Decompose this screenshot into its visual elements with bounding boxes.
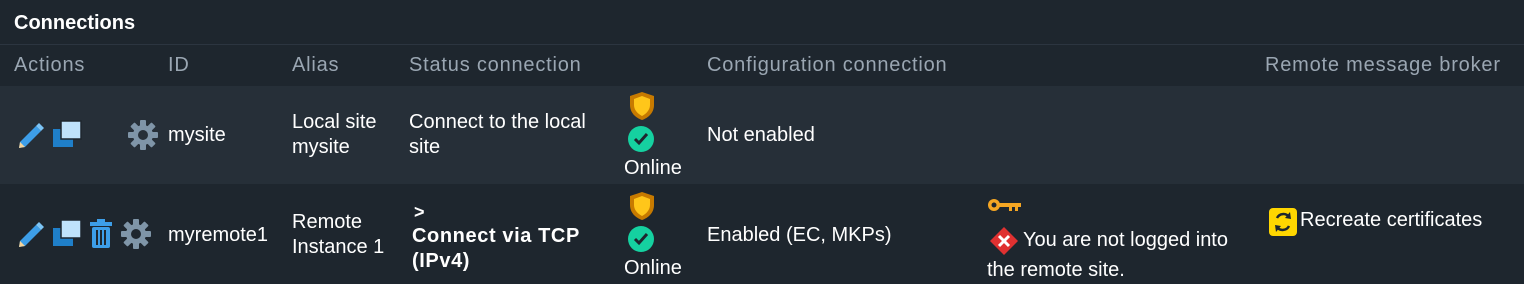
site-id[interactable]: myremote1 [168, 223, 268, 248]
column-header-alias[interactable]: Alias [292, 54, 339, 77]
status-connection-line2: site [409, 136, 441, 158]
shield-icon [630, 192, 654, 220]
expand-chevron[interactable]: > [414, 200, 425, 225]
clone-icon[interactable] [51, 119, 83, 149]
key-icon[interactable] [987, 197, 1023, 213]
edit-icon[interactable] [16, 219, 46, 249]
check-icon [628, 226, 654, 252]
page-title: Connections [14, 12, 136, 34]
delete-icon[interactable] [88, 219, 114, 249]
site-alias-line1: Remote [292, 211, 363, 233]
config-connection: Enabled (EC, MKPs) [707, 224, 892, 246]
config-connection: Not enabled [707, 124, 815, 146]
clone-icon[interactable] [51, 218, 83, 248]
login-message-line2: the remote site. [987, 259, 1125, 281]
status-connection-line1: Connect via TCP [412, 225, 580, 247]
column-header-config: Configuration connection [707, 54, 948, 76]
check-icon [628, 126, 654, 152]
shield-icon [630, 92, 654, 120]
site-alias-line1: Local site [292, 111, 377, 133]
refresh-icon[interactable] [1268, 207, 1298, 237]
login-message-line1: You are not logged into [1023, 229, 1228, 251]
site-alias-line2: mysite [292, 136, 350, 158]
title-bar: Connections [0, 0, 1524, 44]
status-connection-line1: Connect to the local [409, 111, 586, 133]
table-header: Actions ID Alias Status connection Confi… [0, 44, 1524, 87]
edit-icon[interactable] [16, 120, 46, 150]
site-id[interactable]: mysite [168, 123, 226, 148]
site-state: Online [624, 257, 682, 279]
column-header-id[interactable]: ID [168, 54, 190, 77]
column-header-broker: Remote message broker [1265, 54, 1501, 76]
gear-icon[interactable] [120, 218, 152, 250]
recreate-certificates-link[interactable]: Recreate certificates [1300, 208, 1482, 233]
site-alias-line2: Instance 1 [292, 236, 385, 258]
error-icon [990, 227, 1018, 255]
gear-icon[interactable] [127, 119, 159, 151]
site-state: Online [624, 157, 682, 179]
column-header-actions: Actions [14, 54, 86, 76]
table-row: myremote1 Remote Instance 1 > Connect vi… [0, 184, 1524, 284]
status-connection-line2: (IPv4) [412, 250, 471, 272]
table-row: mysite Local site mysite Connect to the … [0, 86, 1524, 184]
column-header-status: Status connection [409, 54, 582, 76]
